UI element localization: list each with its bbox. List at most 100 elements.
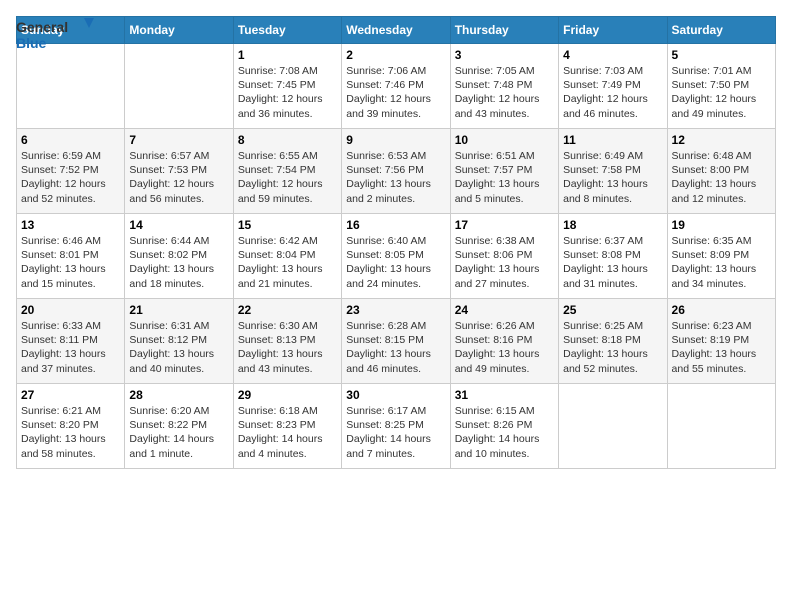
calendar-cell: 14Sunrise: 6:44 AM Sunset: 8:02 PM Dayli… (125, 214, 233, 299)
calendar-cell: 19 Sunrise: 6:35 AM Sunset: 8:09 PM Dayli… (667, 214, 775, 299)
day-info: Sunrise: 6:40 AM Sunset: 8:05 PM Dayligh… (346, 234, 445, 291)
calendar-cell: 21 Sunrise: 6:31 AM Sunset: 8:12 PM Dayli… (125, 299, 233, 384)
day-info: Sunrise: 6:48 AM Sunset: 8:00 PM Dayligh… (672, 149, 771, 206)
day-info: Sunrise: 6:18 AM Sunset: 8:23 PM Dayligh… (238, 404, 337, 461)
day-number: 26 (672, 303, 771, 317)
calendar-cell: 20 Sunrise: 6:33 AM Sunset: 8:11 PM Dayli… (17, 299, 125, 384)
day-info: Sunrise: 7:05 AM Sunset: 7:48 PM Dayligh… (455, 64, 554, 121)
day-info: Sunrise: 7:06 AM Sunset: 7:46 PM Dayligh… (346, 64, 445, 121)
calendar-cell: 18 Sunrise: 6:37 AM Sunset: 8:08 PM Dayli… (559, 214, 667, 299)
calendar-cell: 22Sunrise: 6:30 AM Sunset: 8:13 PM Dayli… (233, 299, 341, 384)
calendar-cell: 12 Sunrise: 6:48 AM Sunset: 8:00 PM Dayli… (667, 129, 775, 214)
day-number: 20 (21, 303, 120, 317)
day-number: 8 (238, 133, 337, 147)
calendar-cell: 10 Sunrise: 6:51 AM Sunset: 7:57 PM Dayli… (450, 129, 558, 214)
calendar-cell: 8 Sunrise: 6:55 AM Sunset: 7:54 PM Daylig… (233, 129, 341, 214)
day-header-friday: Friday (559, 17, 667, 44)
day-header-monday: Monday (125, 17, 233, 44)
calendar-week-1: 1Sunrise: 7:08 AM Sunset: 7:45 PM Daylig… (17, 44, 776, 129)
calendar-cell: 6Sunrise: 6:59 AM Sunset: 7:52 PM Daylig… (17, 129, 125, 214)
day-info: Sunrise: 6:26 AM Sunset: 8:16 PM Dayligh… (455, 319, 554, 376)
day-info: Sunrise: 6:15 AM Sunset: 8:26 PM Dayligh… (455, 404, 554, 461)
calendar-body: 1Sunrise: 7:08 AM Sunset: 7:45 PM Daylig… (17, 44, 776, 469)
day-info: Sunrise: 6:51 AM Sunset: 7:57 PM Dayligh… (455, 149, 554, 206)
calendar-cell: 30Sunrise: 6:17 AM Sunset: 8:25 PM Dayli… (342, 384, 450, 469)
day-number: 15 (238, 218, 337, 232)
day-number: 18 (563, 218, 662, 232)
day-header-thursday: Thursday (450, 17, 558, 44)
day-number: 5 (672, 48, 771, 62)
day-info: Sunrise: 6:55 AM Sunset: 7:54 PM Dayligh… (238, 149, 337, 206)
calendar-cell: 15Sunrise: 6:42 AM Sunset: 8:04 PM Dayli… (233, 214, 341, 299)
day-number: 12 (672, 133, 771, 147)
calendar-cell: 17 Sunrise: 6:38 AM Sunset: 8:06 PM Dayli… (450, 214, 558, 299)
day-info: Sunrise: 6:28 AM Sunset: 8:15 PM Dayligh… (346, 319, 445, 376)
day-number: 19 (672, 218, 771, 232)
day-number: 22 (238, 303, 337, 317)
calendar-cell: 9Sunrise: 6:53 AM Sunset: 7:56 PM Daylig… (342, 129, 450, 214)
day-info: Sunrise: 6:46 AM Sunset: 8:01 PM Dayligh… (21, 234, 120, 291)
calendar-cell: 31 Sunrise: 6:15 AM Sunset: 8:26 PM Dayli… (450, 384, 558, 469)
days-header-row: SundayMondayTuesdayWednesdayThursdayFrid… (17, 17, 776, 44)
day-number: 10 (455, 133, 554, 147)
calendar-cell (667, 384, 775, 469)
day-number: 24 (455, 303, 554, 317)
day-info: Sunrise: 6:38 AM Sunset: 8:06 PM Dayligh… (455, 234, 554, 291)
day-number: 17 (455, 218, 554, 232)
day-number: 2 (346, 48, 445, 62)
calendar-week-3: 13 Sunrise: 6:46 AM Sunset: 8:01 PM Dayli… (17, 214, 776, 299)
day-info: Sunrise: 6:35 AM Sunset: 8:09 PM Dayligh… (672, 234, 771, 291)
calendar-cell: 13 Sunrise: 6:46 AM Sunset: 8:01 PM Dayli… (17, 214, 125, 299)
day-number: 29 (238, 388, 337, 402)
logo-svg: General Blue (16, 16, 96, 56)
calendar-cell: 5 Sunrise: 7:01 AM Sunset: 7:50 PM Daylig… (667, 44, 775, 129)
calendar-cell: 2 Sunrise: 7:06 AM Sunset: 7:46 PM Daylig… (342, 44, 450, 129)
calendar-cell: 24 Sunrise: 6:26 AM Sunset: 8:16 PM Dayli… (450, 299, 558, 384)
calendar-cell: 23 Sunrise: 6:28 AM Sunset: 8:15 PM Dayli… (342, 299, 450, 384)
calendar-cell: 16Sunrise: 6:40 AM Sunset: 8:05 PM Dayli… (342, 214, 450, 299)
day-number: 21 (129, 303, 228, 317)
day-number: 4 (563, 48, 662, 62)
day-info: Sunrise: 6:49 AM Sunset: 7:58 PM Dayligh… (563, 149, 662, 206)
day-number: 27 (21, 388, 120, 402)
calendar-week-2: 6Sunrise: 6:59 AM Sunset: 7:52 PM Daylig… (17, 129, 776, 214)
day-number: 23 (346, 303, 445, 317)
day-info: Sunrise: 6:33 AM Sunset: 8:11 PM Dayligh… (21, 319, 120, 376)
calendar-cell: 29 Sunrise: 6:18 AM Sunset: 8:23 PM Dayli… (233, 384, 341, 469)
calendar-table: SundayMondayTuesdayWednesdayThursdayFrid… (16, 16, 776, 469)
calendar-cell (17, 44, 125, 129)
calendar-cell (559, 384, 667, 469)
day-number: 1 (238, 48, 337, 62)
calendar-cell: 26 Sunrise: 6:23 AM Sunset: 8:19 PM Dayli… (667, 299, 775, 384)
day-info: Sunrise: 6:21 AM Sunset: 8:20 PM Dayligh… (21, 404, 120, 461)
calendar-cell: 7 Sunrise: 6:57 AM Sunset: 7:53 PM Daylig… (125, 129, 233, 214)
day-number: 14 (129, 218, 228, 232)
calendar-cell: 28 Sunrise: 6:20 AM Sunset: 8:22 PM Dayli… (125, 384, 233, 469)
svg-text:General: General (16, 19, 68, 35)
svg-text:Blue: Blue (16, 35, 47, 51)
day-number: 3 (455, 48, 554, 62)
day-info: Sunrise: 7:03 AM Sunset: 7:49 PM Dayligh… (563, 64, 662, 121)
day-header-saturday: Saturday (667, 17, 775, 44)
day-info: Sunrise: 6:57 AM Sunset: 7:53 PM Dayligh… (129, 149, 228, 206)
calendar-week-5: 27 Sunrise: 6:21 AM Sunset: 8:20 PM Dayli… (17, 384, 776, 469)
day-number: 28 (129, 388, 228, 402)
day-info: Sunrise: 6:53 AM Sunset: 7:56 PM Dayligh… (346, 149, 445, 206)
calendar-header: SundayMondayTuesdayWednesdayThursdayFrid… (17, 17, 776, 44)
day-header-wednesday: Wednesday (342, 17, 450, 44)
calendar-cell (125, 44, 233, 129)
calendar-cell: 11Sunrise: 6:49 AM Sunset: 7:58 PM Dayli… (559, 129, 667, 214)
calendar-cell: 4 Sunrise: 7:03 AM Sunset: 7:49 PM Daylig… (559, 44, 667, 129)
day-info: Sunrise: 6:25 AM Sunset: 8:18 PM Dayligh… (563, 319, 662, 376)
day-info: Sunrise: 7:01 AM Sunset: 7:50 PM Dayligh… (672, 64, 771, 121)
calendar-cell: 3 Sunrise: 7:05 AM Sunset: 7:48 PM Daylig… (450, 44, 558, 129)
day-number: 7 (129, 133, 228, 147)
day-info: Sunrise: 6:23 AM Sunset: 8:19 PM Dayligh… (672, 319, 771, 376)
day-info: Sunrise: 6:37 AM Sunset: 8:08 PM Dayligh… (563, 234, 662, 291)
day-number: 13 (21, 218, 120, 232)
day-header-tuesday: Tuesday (233, 17, 341, 44)
day-info: Sunrise: 6:31 AM Sunset: 8:12 PM Dayligh… (129, 319, 228, 376)
day-info: Sunrise: 6:20 AM Sunset: 8:22 PM Dayligh… (129, 404, 228, 461)
day-number: 31 (455, 388, 554, 402)
calendar-cell: 1Sunrise: 7:08 AM Sunset: 7:45 PM Daylig… (233, 44, 341, 129)
